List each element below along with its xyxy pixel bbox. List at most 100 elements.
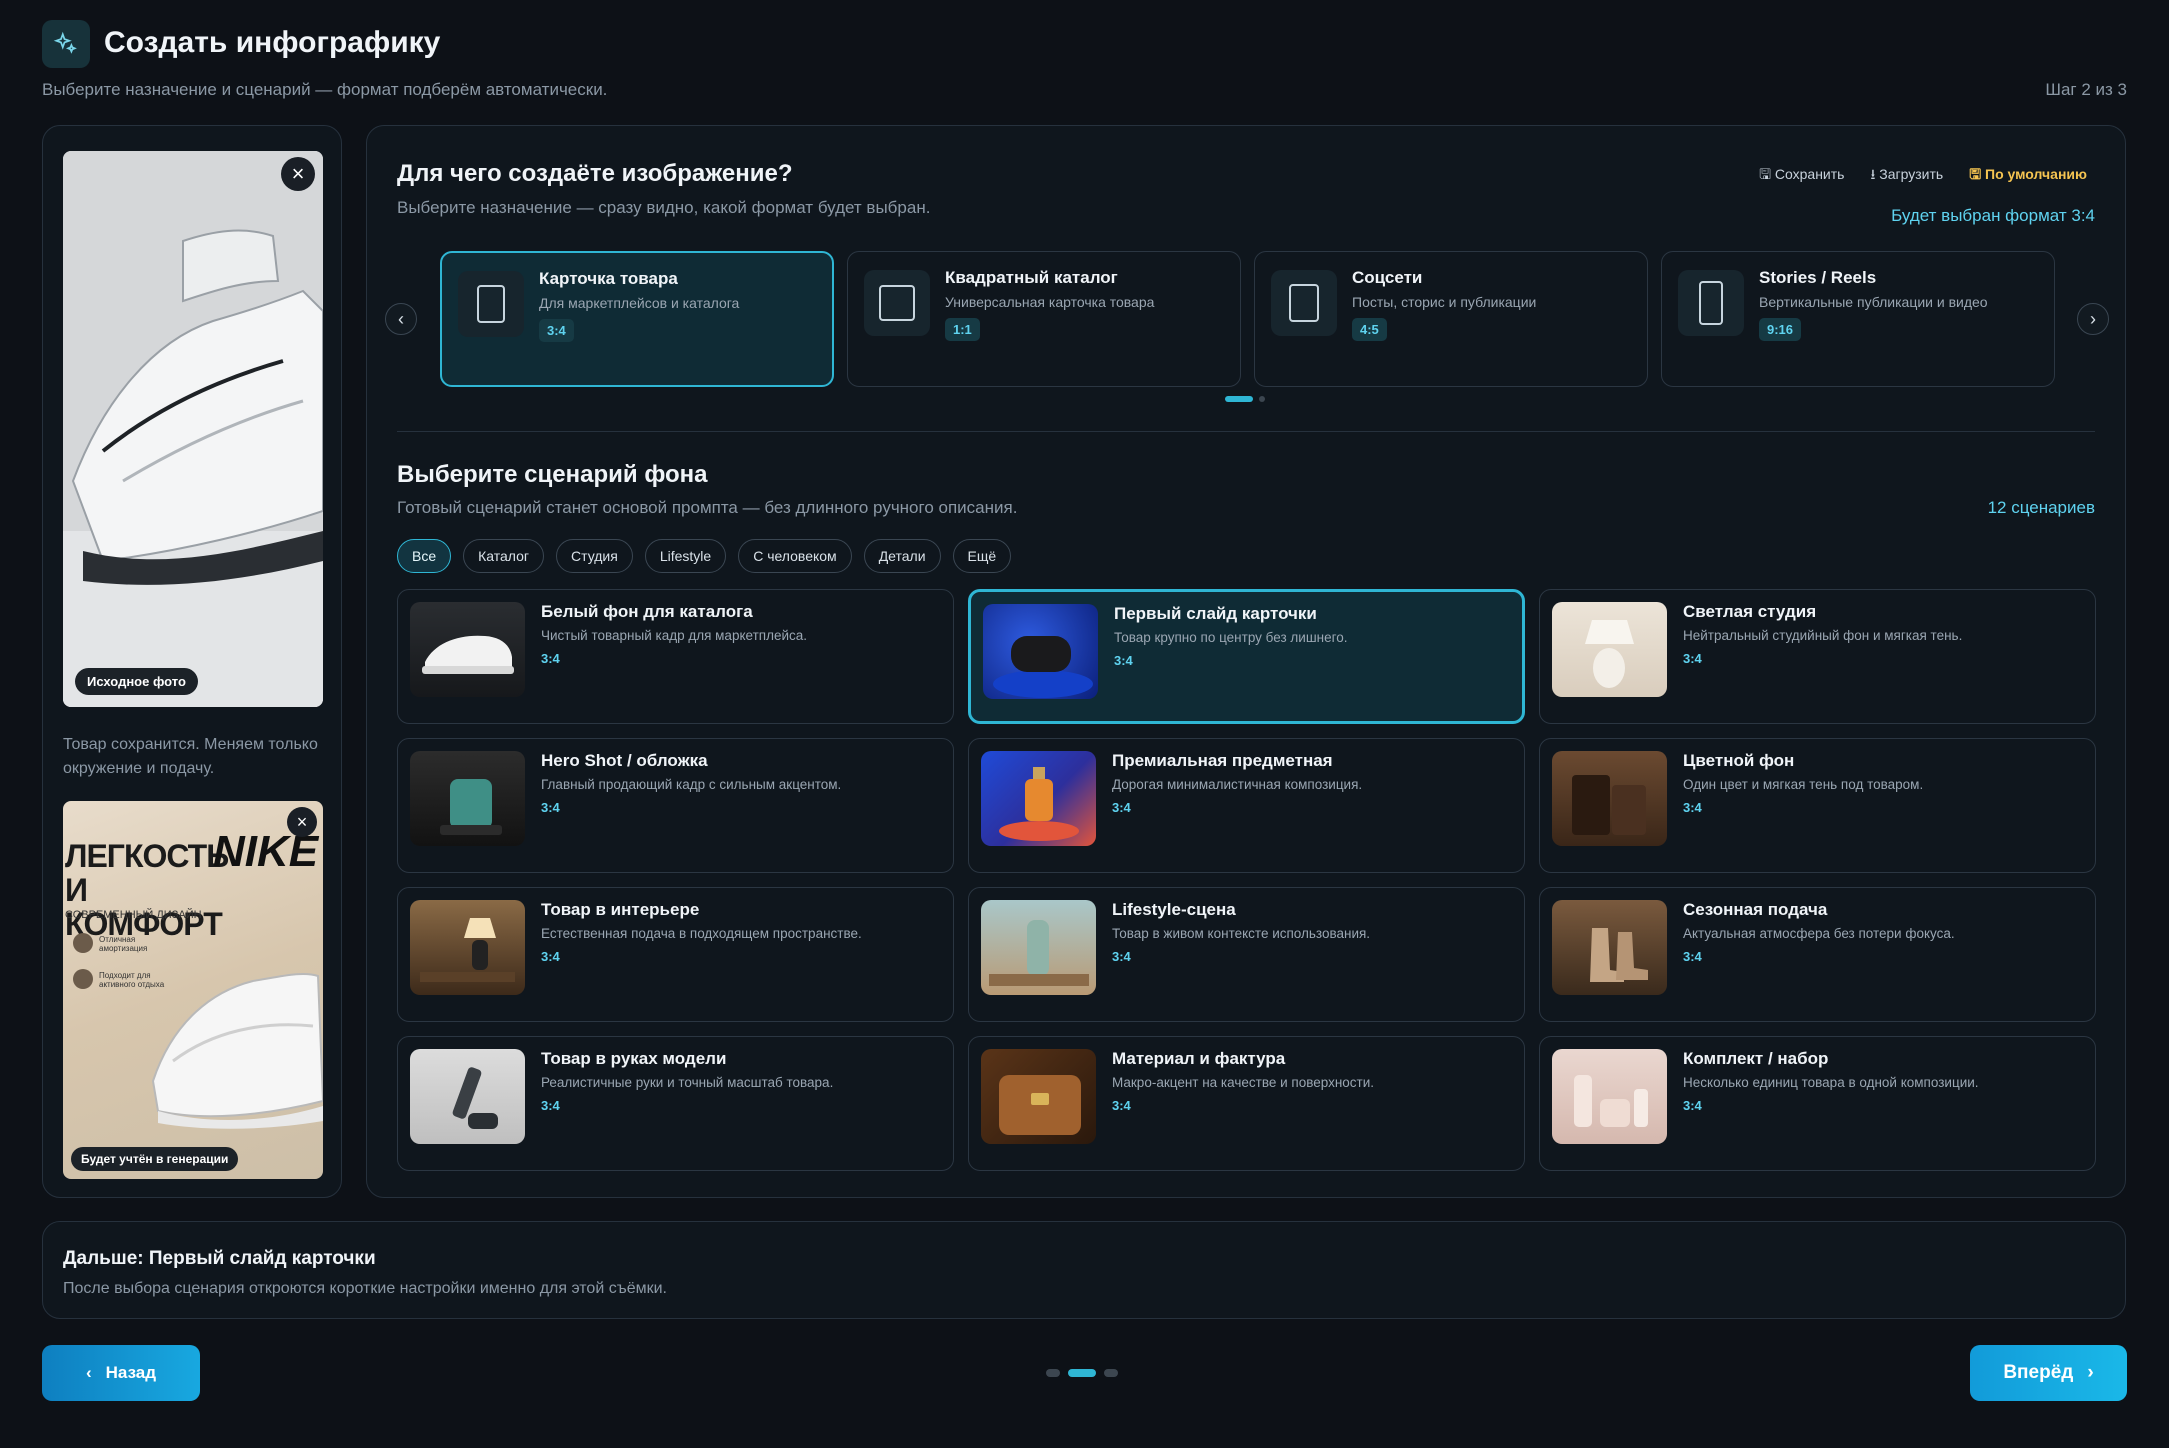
filter-chip-lifestyle[interactable]: Lifestyle (644, 539, 727, 573)
next-step-title: Дальше: Первый слайд карточки (63, 1248, 376, 1269)
filter-chip-all[interactable]: Все (397, 539, 452, 573)
sparkles-icon (53, 31, 77, 54)
scenario-title: Премиальная предметная (1112, 751, 1333, 770)
format-title: Карточка товара (539, 269, 678, 288)
close-icon: × (296, 811, 308, 832)
scenario-thumbnail (981, 1049, 1096, 1144)
scenario-count: 12 сценариев (1987, 498, 2095, 517)
format-card[interactable]: Карточка товара Для маркетплейсов и ката… (440, 251, 834, 387)
scenario-thumbnail (981, 751, 1096, 846)
scenario-card[interactable]: Комплект / набор Несколько единиц товара… (1539, 1036, 2096, 1171)
scenario-desc: Товар в живом контексте использования. (1112, 926, 1371, 941)
save-icon: 🖫 (1759, 166, 1771, 182)
scenario-card[interactable]: Товар в интерьере Естественная подача в … (397, 887, 954, 1022)
step-indicator: Шаг 2 из 3 (2045, 80, 2127, 99)
scenario-card[interactable]: Hero Shot / обложка Главный продающий ка… (397, 738, 954, 873)
scenario-desc: Естественная подача в подходящем простра… (541, 926, 862, 941)
feature-icon (73, 933, 93, 953)
scenario-ratio: 3:4 (1683, 949, 1702, 964)
scenario-title: Светлая студия (1683, 602, 1817, 621)
format-card[interactable]: Stories / Reels Вертикальные публикации … (1661, 251, 2055, 387)
square-format-icon (864, 270, 930, 336)
scenario-thumbnail (983, 604, 1098, 699)
source-note: Товар сохранится. Меняем только окружени… (63, 736, 318, 777)
scenario-title: Lifestyle-сцена (1112, 900, 1236, 919)
feature-icon (73, 969, 93, 989)
scenario-subtitle: Готовый сценарий станет основой промпта … (397, 498, 1018, 517)
source-photo: × Исходное фото (63, 151, 323, 707)
scenario-card[interactable]: Светлая студия Нейтральный студийный фон… (1539, 589, 2096, 724)
filter-chip-catalog[interactable]: Каталог (463, 539, 545, 573)
pagination-dot[interactable] (1259, 396, 1265, 402)
filter-chip-details[interactable]: Детали (863, 539, 941, 573)
scenario-desc: Один цвет и мягкая тень под товаром. (1683, 777, 1924, 792)
scenario-title: Цветной фон (1683, 751, 1795, 770)
format-ratio: 1:1 (945, 318, 980, 341)
format-title: Stories / Reels (1759, 268, 1877, 287)
scenario-desc: Товар крупно по центру без лишнего. (1114, 630, 1348, 645)
filter-chip-more[interactable]: Ещё (952, 539, 1012, 573)
format-ratio: 9:16 (1759, 318, 1802, 341)
default-label: По умолчанию (1985, 166, 2087, 182)
chevron-right-icon: › (2090, 308, 2096, 329)
page-title: Создать инфографику (104, 26, 441, 59)
remove-reference-button[interactable]: × (287, 807, 317, 837)
carousel-next-button[interactable]: › (2077, 303, 2109, 335)
upload-button[interactable]: ⭳ Загрузить (1870, 164, 1943, 188)
chevron-left-icon: ‹ (85, 1363, 92, 1382)
scenario-thumbnail (410, 751, 525, 846)
portrait-format-icon (458, 271, 524, 337)
remove-source-button[interactable]: × (281, 157, 315, 191)
reference-sneaker (151, 972, 323, 1129)
save-button[interactable]: 🖫 Сохранить (1759, 164, 1844, 188)
back-button[interactable]: ‹ Назад (42, 1345, 200, 1401)
scenario-thumbnail (1552, 1049, 1667, 1144)
carousel-prev-button[interactable]: ‹ (385, 303, 417, 335)
scenario-thumbnail (410, 602, 525, 697)
scenario-card[interactable]: Товар в руках модели Реалистичные руки и… (397, 1036, 954, 1171)
scenario-card[interactable]: Цветной фон Один цвет и мягкая тень под … (1539, 738, 2096, 873)
progress-dot (1104, 1369, 1118, 1377)
format-note: Будет выбран формат 3:4 (1891, 206, 2095, 225)
scenario-title: Выберите сценарий фона (397, 461, 708, 488)
scenario-card[interactable]: Первый слайд карточки Товар крупно по це… (968, 589, 1525, 724)
scenario-ratio: 3:4 (1683, 1098, 1702, 1113)
scenario-card[interactable]: Белый фон для каталога Чистый товарный к… (397, 589, 954, 724)
purpose-subtitle: Выберите назначение — сразу видно, какой… (397, 198, 931, 217)
next-step-desc: После выбора сценария откроются короткие… (63, 1280, 667, 1297)
sneaker-image (63, 151, 323, 707)
main-panel: Для чего создаёте изображение? Выберите … (366, 125, 2126, 1198)
source-panel: × Исходное фото Товар сохранится. Меняем… (42, 125, 342, 1198)
scenario-ratio: 3:4 (1683, 651, 1702, 666)
format-ratio: 4:5 (1352, 318, 1387, 341)
save-label: Сохранить (1774, 166, 1845, 182)
format-desc: Вертикальные публикации и видео (1759, 294, 1988, 310)
scenario-thumbnail (981, 900, 1096, 995)
format-title: Квадратный каталог (945, 268, 1118, 287)
default-button[interactable]: 🖫 По умолчанию (1969, 164, 2087, 188)
scenario-desc: Несколько единиц товара в одной композиц… (1683, 1075, 1979, 1090)
format-ratio: 3:4 (539, 319, 574, 342)
progress-dot (1046, 1369, 1060, 1377)
scenario-card[interactable]: Материал и фактура Макро-акцент на качес… (968, 1036, 1525, 1171)
format-card[interactable]: Соцсети Посты, сторис и публикации 4:5 (1254, 251, 1648, 387)
carousel-pagination (1225, 396, 1265, 402)
portrait-format-icon (1271, 270, 1337, 336)
chevron-right-icon: › (2087, 1362, 2094, 1383)
scenario-thumbnail (410, 1049, 525, 1144)
pagination-dot-active[interactable] (1225, 396, 1253, 402)
scenario-thumbnail (1552, 900, 1667, 995)
format-desc: Универсальная карточка товара (945, 294, 1155, 310)
scenario-card[interactable]: Сезонная подача Актуальная атмосфера без… (1539, 887, 2096, 1022)
save-icon: 🖫 (1969, 166, 1982, 182)
filter-chip-studio[interactable]: Студия (556, 539, 633, 573)
scenario-card[interactable]: Премиальная предметная Дорогая минималис… (968, 738, 1525, 873)
scenario-title: Hero Shot / обложка (541, 751, 708, 770)
scenario-ratio: 3:4 (1112, 1098, 1131, 1113)
scenario-title: Комплект / набор (1683, 1049, 1829, 1068)
scenario-card[interactable]: Lifestyle-сцена Товар в живом контексте … (968, 887, 1525, 1022)
format-card[interactable]: Квадратный каталог Универсальная карточк… (847, 251, 1241, 387)
forward-button[interactable]: Вперёд › (1970, 1345, 2127, 1401)
scenario-title: Сезонная подача (1683, 900, 1828, 919)
filter-chip-person[interactable]: С человеком (738, 539, 852, 573)
